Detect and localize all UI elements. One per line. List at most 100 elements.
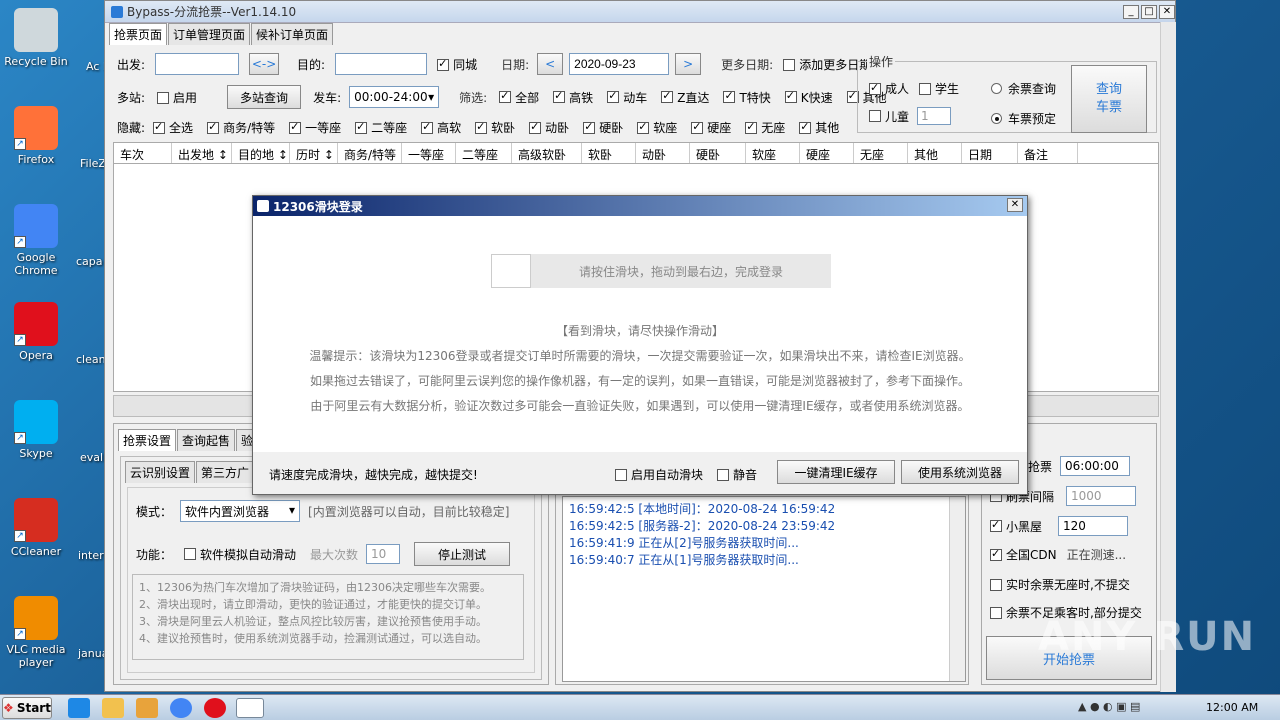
hide-checkbox[interactable] <box>745 120 758 134</box>
shortcut-arrow-icon: ↗ <box>14 138 26 150</box>
prev-date-button[interactable]: < <box>537 53 564 75</box>
auto-slide-checkbox[interactable] <box>615 468 627 481</box>
query-tickets-button[interactable]: 查询 车票 <box>1071 65 1147 133</box>
tab-query-sale[interactable]: 查询起售 <box>177 429 236 451</box>
remain-query-radio[interactable] <box>991 83 1002 94</box>
media-player-icon[interactable] <box>136 698 158 718</box>
chrome-icon[interactable] <box>170 698 192 718</box>
dialog-close-button[interactable]: ✕ <box>1007 198 1023 212</box>
column-header[interactable]: 出发地 ↕ <box>172 143 232 163</box>
cdn-checkbox[interactable] <box>990 547 1002 561</box>
filter-checkbox[interactable] <box>661 89 674 103</box>
tab-orders[interactable]: 订单管理页面 <box>168 23 251 45</box>
hide-checkbox[interactable] <box>421 120 434 134</box>
column-header[interactable]: 软卧 <box>582 143 636 163</box>
desktop-icon[interactable]: ↗ CCleaner <box>0 498 72 558</box>
book-radio[interactable] <box>991 113 1002 124</box>
filter-checkbox[interactable] <box>499 89 512 103</box>
filter-checkbox[interactable] <box>607 89 620 103</box>
tab-grab-settings[interactable]: 抢票设置 <box>118 429 177 451</box>
tab-cloud-recognition[interactable]: 云识别设置 <box>125 461 196 483</box>
hide-checkbox[interactable] <box>529 120 542 134</box>
hide-checkbox[interactable] <box>583 120 596 134</box>
slider-handle[interactable] <box>491 254 531 288</box>
tab-third-party[interactable]: 第三方广 <box>196 461 255 483</box>
depart-select[interactable]: 00:00-24:00 ▾ <box>349 86 440 108</box>
mute-checkbox[interactable] <box>717 468 730 481</box>
hide-checkbox[interactable] <box>207 120 220 134</box>
partial-submit-checkbox[interactable] <box>990 606 1002 619</box>
column-header[interactable]: 商务/特等 <box>338 143 402 163</box>
hide-checkbox[interactable] <box>799 120 812 134</box>
start-button[interactable]: ❖ Start <box>2 697 52 719</box>
swap-button[interactable]: <-> <box>249 53 280 75</box>
to-input[interactable] <box>335 53 428 75</box>
from-input[interactable] <box>155 53 240 75</box>
column-header[interactable]: 历时 ↕ <box>290 143 338 163</box>
blackroom-checkbox[interactable] <box>990 518 1002 532</box>
add-more-dates-checkbox[interactable] <box>783 59 796 71</box>
minimize-button[interactable]: _ <box>1123 5 1139 19</box>
column-header[interactable]: 二等座 <box>456 143 512 163</box>
column-header[interactable]: 软座 <box>746 143 800 163</box>
column-header[interactable]: 动卧 <box>636 143 690 163</box>
date-input[interactable] <box>569 53 670 75</box>
desktop-icon[interactable]: ↗ Google Chrome <box>0 204 72 277</box>
desktop-icon[interactable]: ↗ Skype <box>0 400 72 460</box>
column-header[interactable]: 高级软卧 <box>512 143 582 163</box>
hide-checkbox[interactable] <box>289 120 302 134</box>
filter-checkbox[interactable] <box>553 89 566 103</box>
multi-station-checkbox[interactable] <box>157 92 170 104</box>
column-header[interactable]: 硬卧 <box>690 143 746 163</box>
tray-icons[interactable]: ▲ ● ◐ ▣ ▤ <box>1078 700 1140 713</box>
max-count-input[interactable]: 10 <box>366 544 401 564</box>
column-header[interactable]: 日期 <box>962 143 1018 163</box>
system-browser-button[interactable]: 使用系统浏览器 <box>901 460 1019 484</box>
clear-ie-cache-button[interactable]: 一键清理IE缓存 <box>777 460 895 484</box>
auto-slide-sim-checkbox[interactable] <box>184 548 197 560</box>
maximize-button[interactable]: □ <box>1141 5 1157 19</box>
mode-select[interactable]: 软件内置浏览器 ▾ <box>180 500 301 522</box>
hide-checkbox[interactable] <box>153 120 166 134</box>
column-header[interactable]: 目的地 ↕ <box>232 143 290 163</box>
ie-icon[interactable] <box>68 698 90 718</box>
blackroom-input[interactable]: 120 <box>1058 516 1129 536</box>
bypass-taskbar-icon[interactable] <box>236 698 264 718</box>
desktop-icon[interactable]: ↗ Opera <box>0 302 72 362</box>
column-header[interactable]: 备注 <box>1018 143 1078 163</box>
column-header[interactable]: 车次 <box>114 143 172 163</box>
desktop-icon[interactable]: ↗ Firefox <box>0 106 72 166</box>
tab-waitlist[interactable]: 候补订单页面 <box>251 23 334 45</box>
window-scrollbar[interactable] <box>1160 22 1176 692</box>
no-seat-checkbox[interactable] <box>990 578 1002 591</box>
desktop-icon[interactable]: ↗ VLC media player <box>0 596 72 669</box>
hide-checkbox[interactable] <box>691 120 704 134</box>
column-header[interactable]: 其他 <box>908 143 962 163</box>
child-count-input[interactable]: 1 <box>917 107 952 125</box>
dialog-titlebar[interactable]: 12306滑块登录 <box>253 196 1027 216</box>
grab-time-input[interactable]: 06:00:00 <box>1060 456 1131 476</box>
multi-query-button[interactable]: 多站查询 <box>227 85 302 109</box>
same-city-checkbox[interactable] <box>437 57 450 71</box>
interval-input[interactable]: 1000 <box>1066 486 1137 506</box>
column-header[interactable]: 一等座 <box>402 143 456 163</box>
desktop-icon[interactable]: Recycle Bin <box>0 8 72 68</box>
column-header[interactable]: 硬座 <box>800 143 854 163</box>
column-header[interactable]: 无座 <box>854 143 908 163</box>
opera-icon[interactable] <box>204 698 226 718</box>
hide-checkbox[interactable] <box>475 120 488 134</box>
filter-checkbox[interactable] <box>784 89 797 103</box>
child-checkbox[interactable] <box>869 110 881 122</box>
adult-checkbox[interactable] <box>869 81 881 95</box>
next-date-button[interactable]: > <box>675 53 702 75</box>
filter-checkbox[interactable] <box>723 89 736 103</box>
window-titlebar[interactable]: Bypass-分流抢票--Ver1.14.10 <box>105 1 1175 23</box>
student-checkbox[interactable] <box>919 82 932 95</box>
tab-grab[interactable]: 抢票页面 <box>109 23 168 45</box>
explorer-icon[interactable] <box>102 698 124 718</box>
stop-test-button[interactable]: 停止测试 <box>414 542 511 566</box>
log-scrollbar[interactable] <box>949 497 965 681</box>
hide-checkbox[interactable] <box>637 120 650 134</box>
hide-checkbox[interactable] <box>355 120 368 134</box>
close-button[interactable]: ✕ <box>1159 5 1175 19</box>
